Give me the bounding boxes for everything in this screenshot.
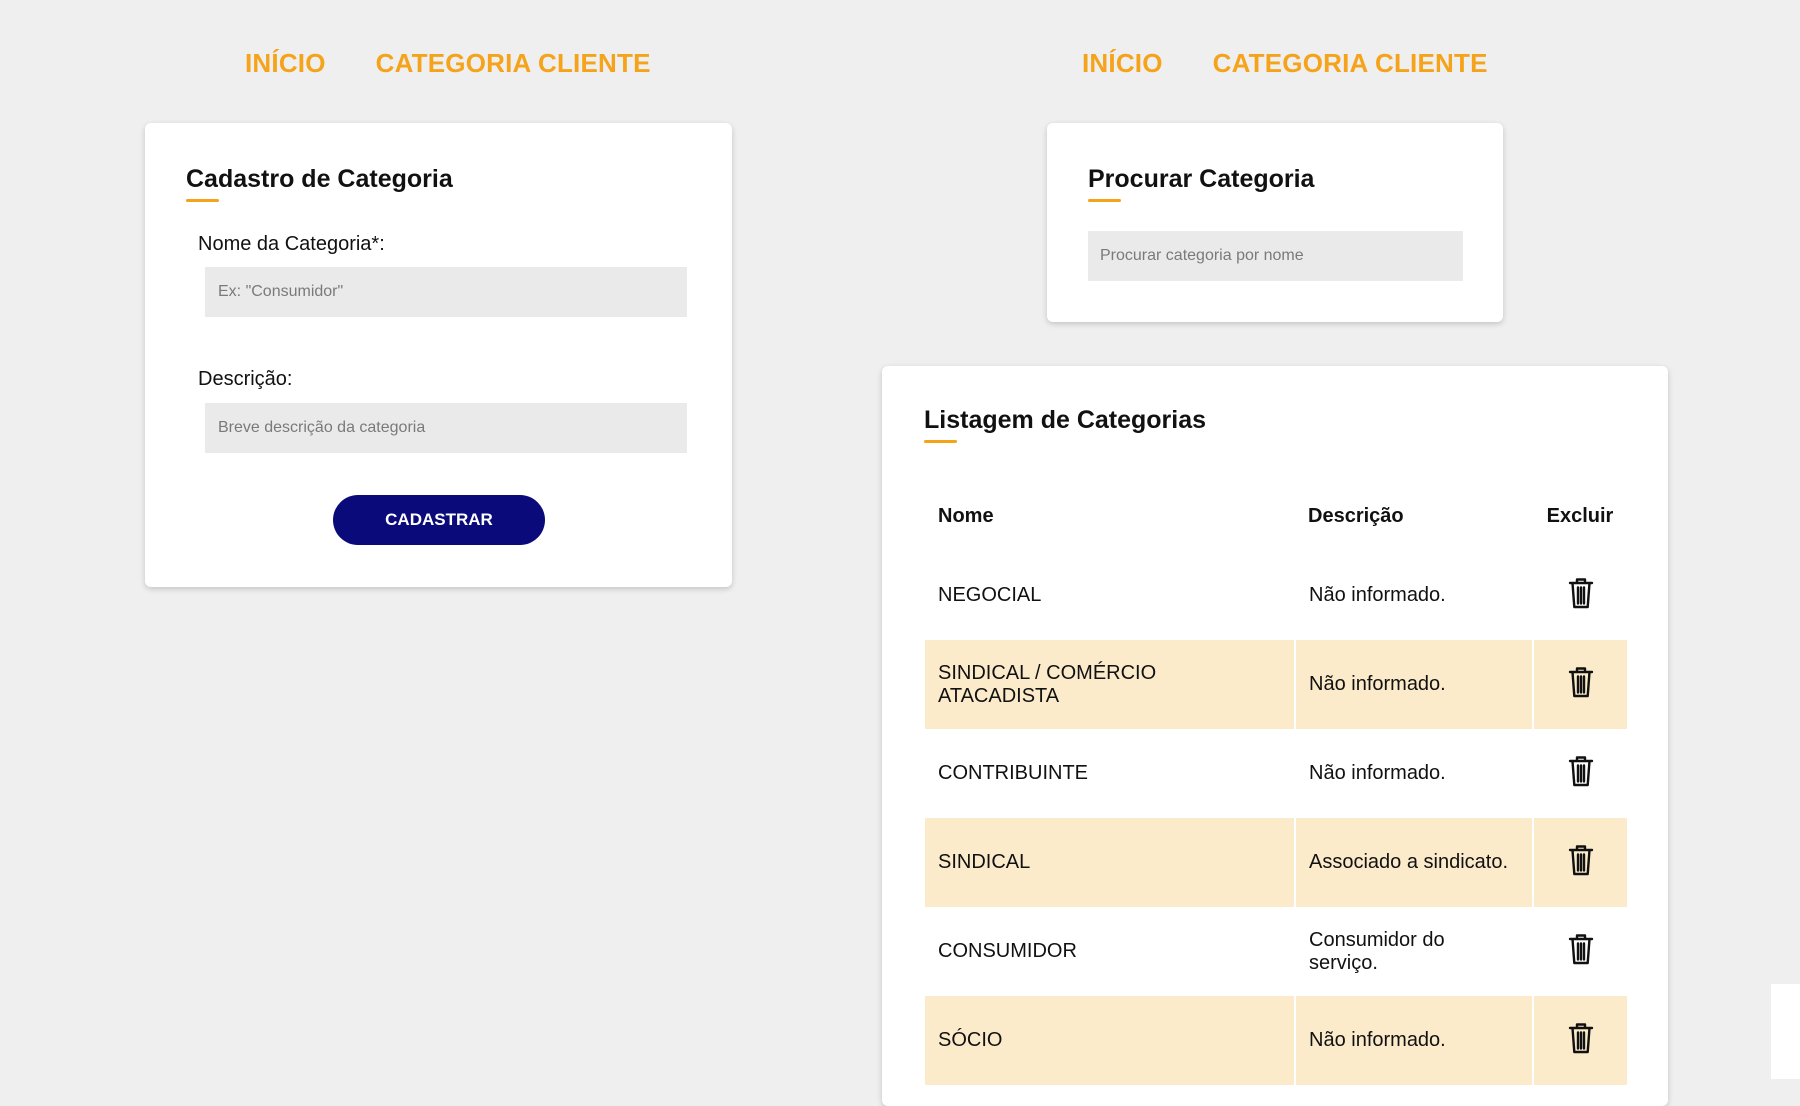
trash-icon[interactable] (1567, 1021, 1595, 1061)
table-row: SÓCIO Não informado. (925, 996, 1627, 1085)
row-delete-cell (1532, 818, 1627, 907)
trash-icon[interactable] (1567, 576, 1595, 616)
row-name: SINDICAL / COMÉRCIO ATACADISTA (925, 640, 1295, 729)
row-delete-cell (1532, 907, 1627, 996)
list-title: Listagem de Categorias (924, 406, 1207, 443)
trash-icon[interactable] (1567, 932, 1595, 972)
row-delete-cell (1532, 996, 1627, 1085)
column-header-description: Descrição (1308, 504, 1404, 527)
category-description-input[interactable] (205, 403, 687, 453)
search-card: Procurar Categoria (1047, 123, 1503, 322)
form-title: Cadastro de Categoria (186, 165, 453, 202)
category-list-card: Listagem de Categorias Nome Descrição Ex… (882, 366, 1668, 1106)
row-description: Associado a sindicato. (1294, 818, 1533, 907)
search-input[interactable] (1088, 231, 1463, 281)
row-description: Não informado. (1294, 551, 1533, 640)
trash-icon[interactable] (1567, 665, 1595, 705)
column-header-name: Nome (938, 504, 994, 527)
row-delete-cell (1532, 551, 1627, 640)
table-row: SINDICAL Associado a sindicato. (925, 818, 1627, 907)
row-name: NEGOCIAL (938, 584, 1042, 606)
table-row: SINDICAL / COMÉRCIO ATACADISTA Não infor… (925, 640, 1627, 729)
nav-link-categoria-cliente[interactable]: CATEGORIA CLIENTE (1213, 48, 1488, 79)
trash-icon[interactable] (1567, 843, 1595, 883)
submit-button[interactable]: CADASTRAR (333, 495, 545, 545)
table-row: CONTRIBUINTE Não informado. (925, 729, 1627, 818)
category-name-input[interactable] (205, 267, 687, 317)
corner-panel (1771, 984, 1800, 1079)
row-name: SÓCIO (925, 996, 1295, 1085)
search-title: Procurar Categoria (1088, 165, 1315, 202)
row-description: Consumidor do serviço. (1294, 907, 1533, 996)
row-description: Não informado. (1294, 729, 1533, 818)
nav-right: INÍCIO CATEGORIA CLIENTE (1082, 48, 1488, 79)
row-description: Não informado. (1294, 996, 1533, 1085)
category-description-label: Descrição: (198, 368, 293, 390)
nav-left: INÍCIO CATEGORIA CLIENTE (245, 48, 651, 79)
table-header-row: Nome Descrição Excluir (925, 481, 1627, 551)
category-form-card: Cadastro de Categoria Nome da Categoria*… (145, 123, 732, 587)
table-row: NEGOCIAL Não informado. (925, 551, 1627, 640)
column-header-delete: Excluir (1546, 504, 1614, 527)
row-name: CONSUMIDOR (938, 940, 1077, 962)
nav-link-inicio[interactable]: INÍCIO (1082, 48, 1163, 79)
row-delete-cell (1532, 640, 1627, 729)
table-row: CONSUMIDOR Consumidor do serviço. (925, 907, 1627, 996)
trash-icon[interactable] (1567, 754, 1595, 794)
row-name: CONTRIBUINTE (938, 762, 1088, 784)
row-delete-cell (1532, 729, 1627, 818)
nav-link-inicio[interactable]: INÍCIO (245, 48, 326, 79)
nav-link-categoria-cliente[interactable]: CATEGORIA CLIENTE (376, 48, 651, 79)
row-description: Não informado. (1294, 640, 1533, 729)
row-name: SINDICAL (925, 818, 1295, 907)
table-body: NEGOCIAL Não informado. SINDICAL / COMÉR… (925, 551, 1627, 1085)
category-name-label: Nome da Categoria*: (198, 233, 385, 255)
category-table: Nome Descrição Excluir NEGOCIAL Não info… (925, 481, 1627, 1085)
